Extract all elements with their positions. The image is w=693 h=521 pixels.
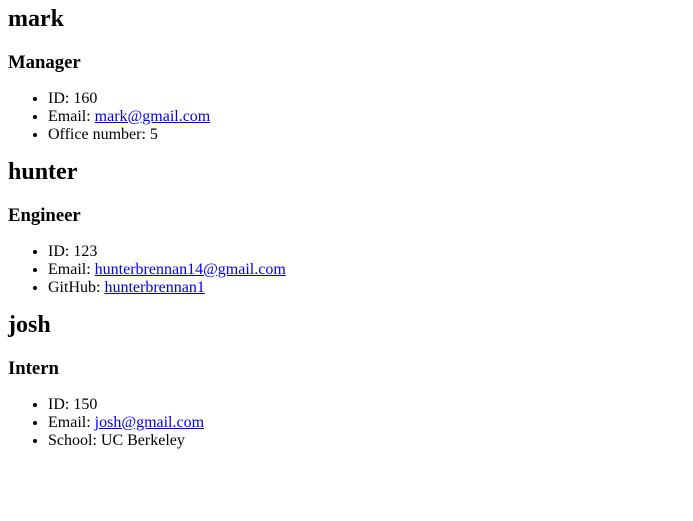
github-item: GitHub: hunterbrennan1 xyxy=(48,279,685,297)
employee-details-list: ID: 123 Email: hunterbrennan14@gmail.com… xyxy=(8,227,685,297)
employee-id-item: ID: 150 xyxy=(48,396,685,414)
employee-email-item: Email: josh@gmail.com xyxy=(48,414,685,432)
employee-name: mark xyxy=(8,6,64,32)
employee-role: Manager xyxy=(8,52,81,73)
github-link[interactable]: hunterbrennan1 xyxy=(104,279,204,296)
office-number-value: 5 xyxy=(149,126,158,143)
team-page: mark Manager ID: 160 Email: mark@gmail.c… xyxy=(0,4,693,450)
office-number-label: Office number: xyxy=(48,126,150,143)
employee-name: josh xyxy=(8,312,51,338)
id-label: ID: xyxy=(48,90,74,107)
employee-name: hunter xyxy=(8,159,78,185)
school-label: School: xyxy=(48,432,101,449)
intern-card: josh Intern ID: 150 Email: josh@gmail.co… xyxy=(8,310,685,450)
employee-id-item: ID: 160 xyxy=(48,90,685,108)
email-link[interactable]: josh@gmail.com xyxy=(95,414,204,431)
id-value: 150 xyxy=(73,396,98,413)
employee-details-list: ID: 160 Email: mark@gmail.com Office num… xyxy=(8,74,685,144)
employee-role: Engineer xyxy=(8,205,81,226)
employee-email-item: Email: mark@gmail.com xyxy=(48,108,685,126)
engineer-card: hunter Engineer ID: 123 Email: hunterbre… xyxy=(8,157,685,297)
school-item: School: UC Berkeley xyxy=(48,432,685,450)
email-link[interactable]: hunterbrennan14@gmail.com xyxy=(95,261,286,278)
manager-card: mark Manager ID: 160 Email: mark@gmail.c… xyxy=(8,4,685,144)
employee-id-item: ID: 123 xyxy=(48,243,685,261)
employee-role: Intern xyxy=(8,358,59,379)
id-label: ID: xyxy=(48,243,74,260)
github-label: GitHub: xyxy=(48,279,105,296)
email-label: Email: xyxy=(48,414,95,431)
email-label: Email: xyxy=(48,108,95,125)
office-number-item: Office number: 5 xyxy=(48,126,685,144)
email-label: Email: xyxy=(48,261,95,278)
id-value: 160 xyxy=(73,90,98,107)
id-label: ID: xyxy=(48,396,74,413)
school-value: UC Berkeley xyxy=(100,432,185,449)
id-value: 123 xyxy=(73,243,98,260)
employee-details-list: ID: 150 Email: josh@gmail.com School: UC… xyxy=(8,380,685,450)
email-link[interactable]: mark@gmail.com xyxy=(95,108,211,125)
employee-email-item: Email: hunterbrennan14@gmail.com xyxy=(48,261,685,279)
